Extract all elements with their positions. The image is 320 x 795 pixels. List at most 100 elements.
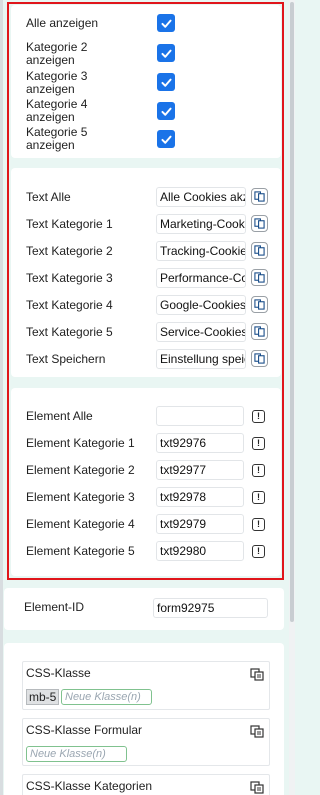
text-row: Text Kategorie 1 Marketing-Cookies [11,214,281,234]
text-category-3-input[interactable]: Performance-Cookies [156,268,246,288]
css-class-group: CSS-Klasse mb-5 Neue Klasse(n) [22,661,270,710]
text-category-4-label: Text Kategorie 4 [26,298,113,312]
css-class-categories-title: CSS-Klasse Kategorien [26,779,153,793]
text-all-label: Text Alle [26,190,71,204]
warning-icon[interactable]: ! [252,464,265,477]
element-all-input[interactable] [156,406,244,426]
element-category-2-input[interactable]: txt92977 [156,460,244,480]
element-category-3-label: Element Kategorie 3 [26,490,135,504]
element-id-input[interactable]: form92975 [153,598,268,618]
translate-icon [254,326,265,337]
copy-icon[interactable] [250,725,264,738]
translate-button[interactable] [251,269,268,286]
checkmark-icon [160,135,172,144]
css-class-title: CSS-Klasse [26,666,91,680]
translate-icon [254,272,265,283]
element-category-4-input[interactable]: txt92979 [156,514,244,534]
checkbox-label: Kategorie 2 anzeigen [26,40,88,67]
element-id-label: Element-ID [24,600,85,614]
checkmark-icon [160,19,172,28]
element-category-5-input[interactable]: txt92980 [156,541,244,561]
warning-icon[interactable]: ! [252,545,265,558]
element-row: Element Kategorie 3 txt92978 ! [11,487,281,507]
checkbox-row-all: Alle anzeigen [11,14,281,32]
element-category-1-label: Element Kategorie 1 [26,436,135,450]
checkbox-label: Kategorie 5 anzeigen [26,125,88,152]
element-row: Element Kategorie 1 txt92976 ! [11,433,281,453]
checkmark-icon [160,49,172,58]
text-panel: Text Alle Alle Cookies akzeptieren Text … [11,168,281,377]
warning-icon[interactable]: ! [252,491,265,504]
text-row: Text Alle Alle Cookies akzeptieren [11,187,281,207]
text-category-3-label: Text Kategorie 3 [26,271,113,285]
translate-button[interactable] [251,296,268,313]
translate-icon [254,299,265,310]
copy-icon[interactable] [250,781,264,794]
text-save-input[interactable]: Einstellung speichern [156,349,246,369]
text-category-5-label: Text Kategorie 5 [26,325,113,339]
checkbox-row-category-2: Kategorie 2 anzeigen [11,41,281,67]
translate-icon [254,191,265,202]
show-all-checkbox[interactable] [157,14,175,32]
text-row: Text Kategorie 2 Tracking-Cookies [11,241,281,261]
translate-button[interactable] [251,323,268,340]
checkbox-row-category-5: Kategorie 5 anzeigen [11,126,281,152]
checkmark-icon [160,78,172,87]
text-category-5-input[interactable]: Service-Cookies [156,322,246,342]
text-category-2-label: Text Kategorie 2 [26,244,113,258]
element-panel: Element Alle ! Element Kategorie 1 txt92… [11,388,281,576]
css-class-categories-group: CSS-Klasse Kategorien [22,774,270,795]
checkbox-panel: Alle anzeigen Kategorie 2 anzeigen Kateg… [11,5,281,158]
checkmark-icon [160,107,172,116]
scrollbar[interactable] [289,0,295,795]
text-row: Text Kategorie 5 Service-Cookies [11,322,281,342]
new-class-input[interactable]: Neue Klasse(n) [26,746,127,762]
translate-icon [254,218,265,229]
show-category-3-checkbox[interactable] [157,73,175,91]
text-all-input[interactable]: Alle Cookies akzeptieren [156,187,246,207]
text-save-label: Text Speichern [26,352,106,366]
window-left-edge [0,0,3,795]
css-class-panel: CSS-Klasse mb-5 Neue Klasse(n) CSS-Klass… [4,643,284,795]
css-class-form-title: CSS-Klasse Formular [26,723,143,737]
translate-icon [254,245,265,256]
checkbox-label: Kategorie 4 anzeigen [26,97,88,124]
element-all-label: Element Alle [26,409,93,423]
new-class-input[interactable]: Neue Klasse(n) [61,689,152,705]
translate-button[interactable] [251,215,268,232]
translate-icon [254,353,265,364]
text-category-4-input[interactable]: Google-Cookies [156,295,246,315]
element-category-1-input[interactable]: txt92976 [156,433,244,453]
scrollbar-thumb[interactable] [290,2,294,622]
warning-icon[interactable]: ! [252,410,265,423]
warning-icon[interactable]: ! [252,518,265,531]
warning-icon[interactable]: ! [252,437,265,450]
show-category-4-checkbox[interactable] [157,102,175,120]
checkbox-row-category-4: Kategorie 4 anzeigen [11,98,281,124]
show-category-5-checkbox[interactable] [157,130,175,148]
element-category-3-input[interactable]: txt92978 [156,487,244,507]
element-category-5-label: Element Kategorie 5 [26,544,135,558]
translate-button[interactable] [251,188,268,205]
show-category-2-checkbox[interactable] [157,44,175,62]
css-class-form-group: CSS-Klasse Formular Neue Klasse(n) [22,718,270,766]
checkbox-label: Kategorie 3 anzeigen [26,69,88,96]
text-row: Text Kategorie 4 Google-Cookies [11,295,281,315]
element-row: Element Alle ! [11,406,281,426]
checkbox-label: Alle anzeigen [26,16,99,30]
text-category-1-input[interactable]: Marketing-Cookies [156,214,246,234]
css-class-tag[interactable]: mb-5 [26,689,60,705]
element-row: Element Kategorie 2 txt92977 ! [11,460,281,480]
element-category-4-label: Element Kategorie 4 [26,517,135,531]
translate-button[interactable] [251,242,268,259]
highlight-frame: Alle anzeigen Kategorie 2 anzeigen Kateg… [7,2,284,580]
checkbox-row-category-3: Kategorie 3 anzeigen [11,70,281,96]
text-row: Text Kategorie 3 Performance-Cookies [11,268,281,288]
text-category-1-label: Text Kategorie 1 [26,217,113,231]
text-row: Text Speichern Einstellung speichern [11,349,281,369]
copy-icon[interactable] [250,668,264,681]
translate-button[interactable] [251,350,268,367]
text-category-2-input[interactable]: Tracking-Cookies [156,241,246,261]
element-row: Element Kategorie 5 txt92980 ! [11,541,281,561]
element-category-2-label: Element Kategorie 2 [26,463,135,477]
